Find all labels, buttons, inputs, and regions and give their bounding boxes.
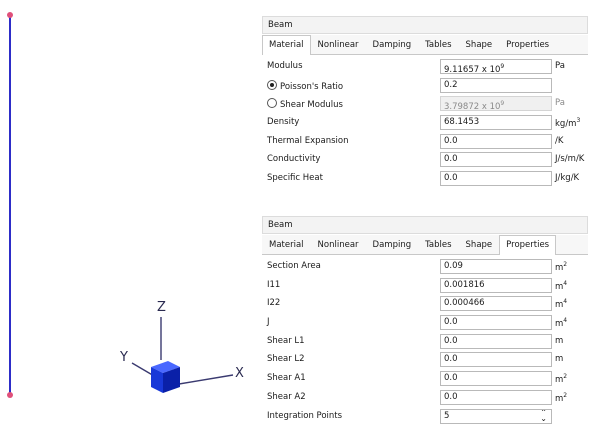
shear-modulus-radio[interactable] (267, 98, 277, 108)
shear-a1-row: Shear A1 0.0 m2 (262, 370, 588, 389)
tab-bar: Material Nonlinear Damping Tables Shape … (262, 235, 588, 255)
panel-header: Beam (262, 16, 588, 34)
tab-properties[interactable]: Properties (499, 35, 556, 54)
beam-bottom-node[interactable] (7, 392, 13, 398)
y-axis-label: Y (120, 350, 128, 365)
density-row: Density 68.1453 kg/m3 (262, 114, 588, 133)
i22-label: I22 (267, 298, 280, 308)
shear-a1-field[interactable]: 0.0 (440, 371, 552, 386)
shear-l1-label: Shear L1 (267, 336, 305, 346)
tab-nonlinear[interactable]: Nonlinear (311, 235, 366, 254)
integration-points-row: Integration Points 5 ⌃⌄ (262, 408, 588, 426)
j-row: J 0.0 m4 (262, 314, 588, 333)
modulus-row: Modulus 9.11657 x 109 Pa (262, 58, 588, 77)
section-area-unit: m2 (555, 261, 567, 273)
beam-properties-panel: Beam Material Nonlinear Damping Tables S… (262, 216, 588, 421)
conductivity-label: Conductivity (267, 154, 320, 164)
beam-material-panel: Beam Material Nonlinear Damping Tables S… (262, 16, 588, 190)
thermal-expansion-row: Thermal Expansion 0.0 /K (262, 133, 588, 152)
beam-top-node[interactable] (7, 12, 13, 18)
modulus-field[interactable]: 9.11657 x 109 (440, 59, 552, 74)
i22-field[interactable]: 0.000466 (440, 296, 552, 311)
i11-label: I11 (267, 280, 280, 290)
shear-a2-field[interactable]: 0.0 (440, 390, 552, 405)
density-unit: kg/m3 (555, 117, 580, 129)
shear-l1-row: Shear L1 0.0 m (262, 333, 588, 352)
shear-a2-unit: m2 (555, 392, 567, 404)
thermal-expansion-label: Thermal Expansion (267, 136, 348, 146)
modulus-unit: Pa (555, 61, 565, 71)
3d-viewport[interactable]: Z Y X (0, 0, 262, 423)
shear-l2-row: Shear L2 0.0 m (262, 351, 588, 370)
density-field[interactable]: 68.1453 (440, 115, 552, 130)
i11-unit: m4 (555, 280, 567, 292)
tab-shape[interactable]: Shape (459, 235, 500, 254)
tab-material[interactable]: Material (262, 235, 311, 254)
specific-heat-label: Specific Heat (267, 173, 323, 183)
shear-modulus-unit: Pa (555, 98, 565, 108)
x-axis-label: X (235, 366, 244, 381)
beam-element-line[interactable] (9, 15, 11, 397)
tab-properties[interactable]: Properties (499, 235, 556, 255)
shear-a2-row: Shear A2 0.0 m2 (262, 389, 588, 408)
shear-a2-label: Shear A2 (267, 392, 306, 402)
section-area-label: Section Area (267, 261, 321, 271)
j-unit: m4 (555, 317, 567, 329)
integration-points-stepper[interactable]: 5 ⌃⌄ (440, 409, 552, 424)
tab-material[interactable]: Material (262, 35, 311, 55)
integration-points-label: Integration Points (267, 411, 342, 421)
poisson-label: Poisson's Ratio (280, 82, 343, 92)
i22-row: I22 0.000466 m4 (262, 295, 588, 314)
shear-modulus-row: Shear Modulus 3.79872 x 109 Pa (262, 95, 588, 114)
section-area-row: Section Area 0.09 m2 (262, 258, 588, 277)
modulus-label: Modulus (267, 61, 303, 71)
spinner-arrows-icon[interactable]: ⌃⌄ (540, 410, 547, 422)
shear-modulus-label: Shear Modulus (280, 100, 343, 110)
shear-modulus-field: 3.79872 x 109 (440, 96, 552, 111)
specific-heat-row: Specific Heat 0.0 J/kg/K (262, 170, 588, 189)
axis-triad-icon (118, 295, 248, 405)
j-label: J (267, 317, 270, 327)
shear-l2-label: Shear L2 (267, 354, 305, 364)
panel-header: Beam (262, 216, 588, 234)
j-field[interactable]: 0.0 (440, 315, 552, 330)
poisson-row: Poisson's Ratio 0.2 (262, 77, 588, 96)
tab-tables[interactable]: Tables (418, 35, 458, 54)
section-area-field[interactable]: 0.09 (440, 259, 552, 274)
shear-a1-label: Shear A1 (267, 373, 306, 383)
i11-field[interactable]: 0.001816 (440, 278, 552, 293)
conductivity-unit: J/s/m/K (555, 154, 584, 164)
shear-l1-unit: m (555, 336, 563, 346)
tab-nonlinear[interactable]: Nonlinear (311, 35, 366, 54)
tab-damping[interactable]: Damping (366, 235, 419, 254)
shear-l1-field[interactable]: 0.0 (440, 334, 552, 349)
tab-shape[interactable]: Shape (459, 35, 500, 54)
i22-unit: m4 (555, 298, 567, 310)
poisson-field[interactable]: 0.2 (440, 78, 552, 93)
specific-heat-unit: J/kg/K (555, 173, 579, 183)
density-label: Density (267, 117, 299, 127)
conductivity-field[interactable]: 0.0 (440, 152, 552, 167)
i11-row: I11 0.001816 m4 (262, 277, 588, 296)
specific-heat-field[interactable]: 0.0 (440, 171, 552, 186)
shear-l2-field[interactable]: 0.0 (440, 352, 552, 367)
conductivity-row: Conductivity 0.0 J/s/m/K (262, 151, 588, 170)
poisson-radio[interactable] (267, 80, 277, 90)
thermal-expansion-unit: /K (555, 136, 563, 146)
z-axis-label: Z (157, 300, 166, 315)
tab-bar: Material Nonlinear Damping Tables Shape … (262, 35, 588, 55)
thermal-expansion-field[interactable]: 0.0 (440, 134, 552, 149)
tab-damping[interactable]: Damping (366, 35, 419, 54)
tab-tables[interactable]: Tables (418, 235, 458, 254)
shear-l2-unit: m (555, 354, 563, 364)
shear-a1-unit: m2 (555, 373, 567, 385)
